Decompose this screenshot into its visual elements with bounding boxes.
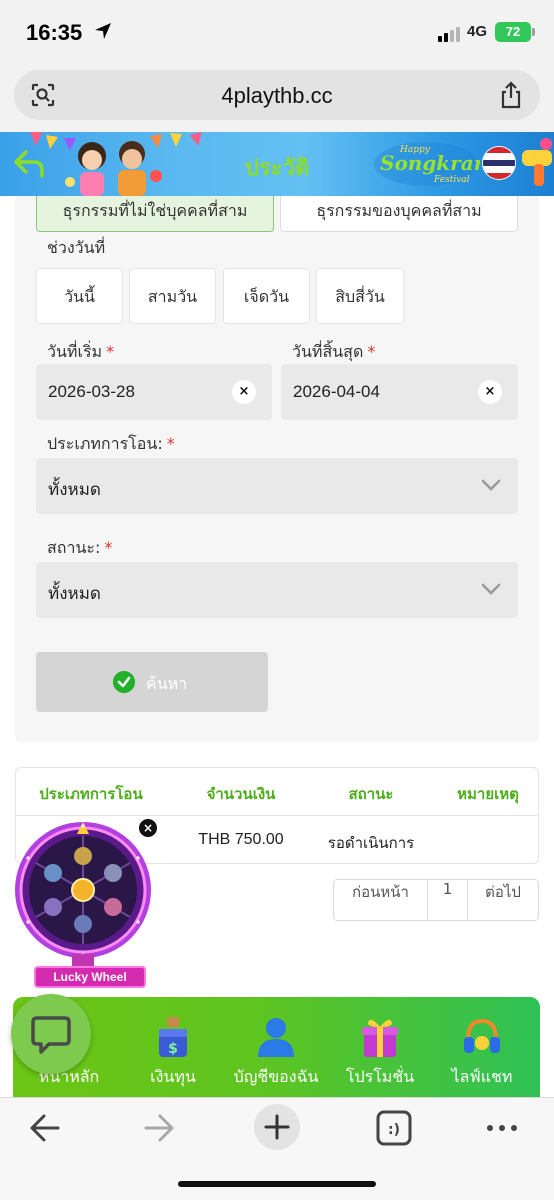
thai-flag-icon[interactable] (482, 146, 516, 180)
status-label-text: สถานะ: (47, 538, 101, 557)
status-select[interactable]: ทั้งหมด (36, 562, 518, 618)
water-gun-illustration (522, 138, 552, 186)
location-arrow-icon (95, 23, 111, 39)
tabs-icon[interactable]: :) (374, 1110, 414, 1146)
header-amount: จำนวนเงิน (206, 785, 276, 803)
end-date-field[interactable]: 2026-04-04 × (281, 364, 518, 420)
start-date-label-text: วันที่เริ่ม (47, 342, 103, 361)
pagination: ก่อนหน้า 1 ต่อไป (333, 879, 539, 921)
range-fourteen-days-button[interactable]: สิบสี่วัน (316, 268, 404, 324)
status-label: สถานะ: * (47, 536, 112, 561)
bottom-navigation: หน้าหลัก $ เงินทุน บัญชีของฉัน โปรโมชั่น (13, 997, 540, 1097)
more-options-icon[interactable] (482, 1110, 522, 1146)
header-transfer-type: ประเภทการโอน (39, 785, 143, 803)
svg-text:Festival: Festival (433, 175, 470, 185)
range-today-button[interactable]: วันนี้ (36, 268, 123, 324)
page-header-banner: ประวัติ Happy Songkran Festival (0, 132, 554, 196)
new-tab-button[interactable] (254, 1104, 300, 1150)
nav-promotions[interactable]: โปรโมชั่น (335, 1015, 425, 1095)
row-status: รอดำเนินการ (327, 834, 415, 852)
table-header: ประเภทการโอน จำนวนเงิน สถานะ หมายเหตุ (16, 768, 538, 816)
header-note: หมายเหตุ (457, 785, 519, 803)
signal-icon (438, 26, 460, 42)
close-wheel-icon[interactable]: × (138, 818, 158, 838)
network-type: 4G (467, 23, 488, 40)
row-amount: THB 750.00 (198, 831, 284, 848)
transfer-type-select[interactable]: ทั้งหมด (36, 458, 518, 514)
share-icon[interactable] (498, 81, 524, 109)
prev-page-button[interactable]: ก่อนหน้า (334, 880, 428, 920)
transfer-type-label-text: ประเภทการโอน: (47, 434, 163, 453)
browser-address-area: 4playthb.cc (0, 64, 554, 132)
end-date-value: 2026-04-04 (293, 382, 380, 401)
check-circle-icon (113, 671, 135, 693)
date-range-label: ช่วงวันที่ (47, 238, 106, 257)
status-value: ทั้งหมด (48, 584, 101, 604)
nav-promotions-label: โปรโมชั่น (345, 1067, 415, 1086)
svg-text::): :) (388, 1122, 400, 1138)
page-number-button[interactable]: 1 (428, 880, 468, 920)
search-button[interactable]: ค้นหา (36, 652, 268, 712)
range-seven-days-button[interactable]: เจ็ดวัน (223, 268, 310, 324)
battery-indicator: 72 (495, 22, 535, 42)
songkran-logo: Happy Songkran Festival (374, 142, 480, 186)
end-date-label-text: วันที่สิ้นสุด (292, 342, 364, 361)
search-button-label: ค้นหา (146, 674, 188, 693)
nav-live-chat[interactable]: ไลฟ์แชท (437, 1015, 527, 1095)
tab-third-party[interactable]: ธุรกรรมของบุคคลที่สาม (280, 196, 518, 232)
start-date-field[interactable]: 2026-03-28 × (36, 364, 272, 420)
headset-icon (464, 1018, 500, 1053)
header-status: สถานะ (348, 785, 394, 803)
nav-live-chat-label: ไลฟ์แชท (451, 1067, 513, 1086)
svg-text:$: $ (168, 1041, 178, 1057)
chevron-down-icon (481, 479, 501, 491)
forward-icon[interactable] (140, 1110, 180, 1146)
range-three-days-button[interactable]: สามวัน (129, 268, 216, 324)
end-date-label: วันที่สิ้นสุด * (292, 340, 375, 365)
nav-funds-label: เงินทุน (150, 1067, 196, 1086)
tab-non-third-party[interactable]: ธุรกรรมที่ไม่ใช่บุคคลที่สาม (36, 196, 274, 232)
lucky-wheel-widget[interactable]: × Lucky Wheel (10, 818, 160, 990)
required-mark: * (104, 538, 113, 557)
filter-panel: ธุรกรรมที่ไม่ใช่บุคคลที่สาม ธุรกรรมของบุ… (15, 196, 539, 742)
back-icon[interactable] (24, 1110, 64, 1146)
nav-funds[interactable]: $ เงินทุน (128, 1015, 218, 1095)
lucky-wheel-icon[interactable] (10, 818, 160, 968)
account-icon (258, 1018, 294, 1057)
gift-icon (362, 1019, 398, 1057)
start-date-value: 2026-03-28 (48, 382, 135, 401)
required-mark: * (166, 434, 175, 453)
url-text: 4playthb.cc (221, 83, 333, 108)
transfer-type-label: ประเภทการโอน: * (47, 432, 175, 457)
chevron-down-icon (481, 583, 501, 595)
money-icon: $ (159, 1017, 187, 1057)
plus-icon (264, 1114, 290, 1140)
next-page-button[interactable]: ต่อไป (468, 880, 538, 920)
floating-chat-button[interactable] (11, 994, 91, 1074)
required-mark: * (367, 342, 376, 361)
nav-account[interactable]: บัญชีของฉัน (231, 1015, 321, 1095)
clear-end-date-icon[interactable]: × (478, 380, 502, 404)
required-mark: * (106, 342, 115, 361)
clear-start-date-icon[interactable]: × (232, 380, 256, 404)
chat-bubble-icon (31, 1016, 71, 1054)
transfer-type-value: ทั้งหมด (48, 480, 101, 500)
status-bar: 16:35 4G 72 (0, 0, 554, 64)
address-bar[interactable]: 4playthb.cc (14, 70, 540, 120)
home-indicator (178, 1181, 376, 1187)
start-date-label: วันที่เริ่ม * (47, 340, 114, 365)
svg-text:Songkran: Songkran (380, 151, 480, 175)
nav-account-label: บัญชีของฉัน (233, 1067, 319, 1086)
lucky-wheel-label: Lucky Wheel (34, 966, 146, 988)
status-time: 16:35 (26, 20, 83, 45)
